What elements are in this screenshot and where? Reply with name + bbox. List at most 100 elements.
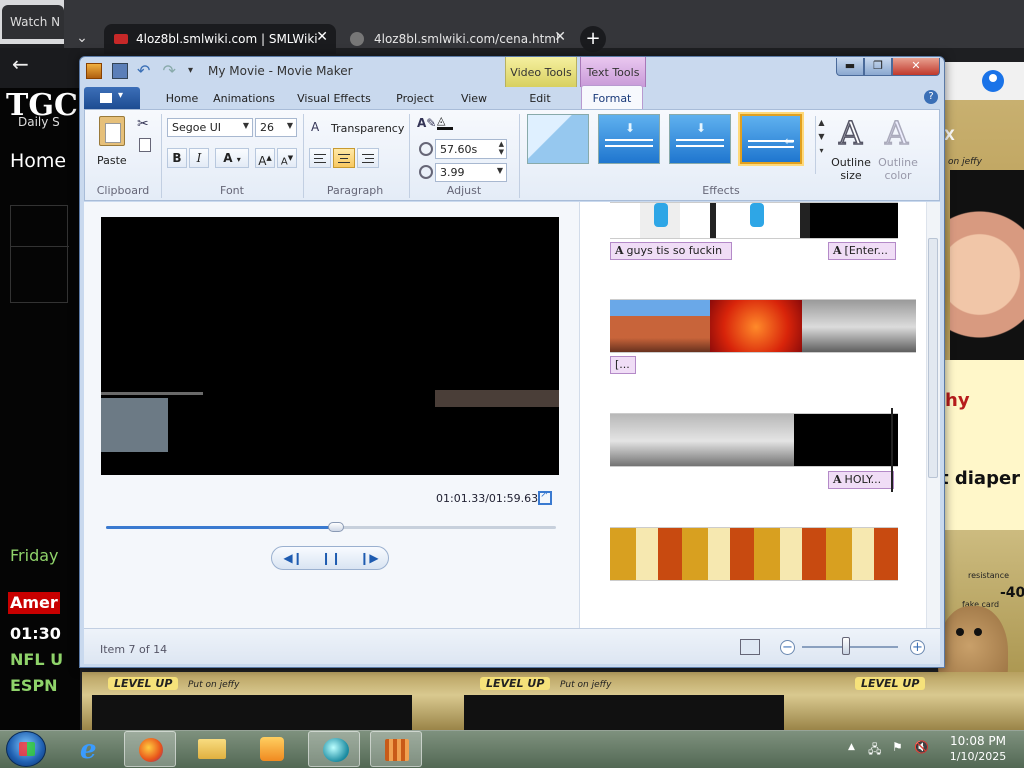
minimize-button[interactable]: ▬ bbox=[836, 58, 864, 76]
previous-frame-button[interactable]: ◀❙ bbox=[278, 550, 308, 566]
clip-thumbnail-shark[interactable] bbox=[802, 300, 916, 352]
zoom-slider-thumb[interactable] bbox=[842, 637, 850, 655]
clip-thumbnail-flower[interactable] bbox=[710, 300, 802, 352]
taskbar-internet-explorer[interactable]: e bbox=[72, 731, 124, 767]
text-duration-select[interactable]: 3.99 ▼ bbox=[435, 163, 507, 182]
start-button[interactable] bbox=[6, 731, 46, 767]
app-icon[interactable] bbox=[86, 63, 102, 79]
caption-clip[interactable]: A [Enter... bbox=[828, 242, 896, 260]
grow-font-button[interactable]: A▲ bbox=[255, 148, 275, 168]
align-center-button[interactable] bbox=[333, 148, 355, 168]
tab-project[interactable]: Project bbox=[390, 87, 440, 109]
clip-thumbnail-black[interactable] bbox=[794, 414, 898, 466]
network-icon[interactable]: 🖧 bbox=[868, 740, 882, 756]
redo-icon[interactable]: ↷ bbox=[163, 63, 179, 79]
storyboard-clip-row[interactable] bbox=[610, 202, 898, 239]
clip-thumbnail-hands[interactable] bbox=[610, 528, 898, 580]
playhead-marker[interactable] bbox=[891, 408, 893, 492]
video-preview[interactable] bbox=[101, 217, 559, 475]
taskbar-firefox[interactable] bbox=[124, 731, 176, 767]
action-center-flag-icon[interactable]: ⚑ bbox=[892, 740, 906, 754]
effect-thumbnail-fly-in[interactable]: ⬇ bbox=[669, 114, 731, 164]
transparency-icon[interactable]: A bbox=[311, 120, 319, 134]
italic-button[interactable]: I bbox=[189, 148, 209, 168]
paste-button-label[interactable]: Paste bbox=[97, 154, 127, 167]
font-family-select[interactable]: Segoe UI ▼ bbox=[167, 118, 253, 137]
copy-icon[interactable] bbox=[139, 138, 151, 152]
next-frame-button[interactable]: ❙▶ bbox=[354, 550, 384, 566]
tab-view[interactable]: View bbox=[454, 87, 494, 109]
tab-visual-effects[interactable]: Visual Effects bbox=[296, 87, 372, 109]
help-icon[interactable]: ? bbox=[924, 90, 938, 104]
background-color-icon[interactable]: ◬ bbox=[437, 114, 453, 130]
zoom-slider[interactable] bbox=[802, 646, 898, 648]
effect-thumbnail-scroll[interactable]: ⬇ bbox=[598, 114, 660, 164]
profile-icon[interactable] bbox=[982, 70, 1004, 92]
font-size-select[interactable]: 26 ▼ bbox=[255, 118, 297, 137]
taskbar-movie-maker[interactable] bbox=[370, 731, 422, 767]
fullscreen-icon[interactable] bbox=[538, 489, 552, 505]
align-right-button[interactable] bbox=[357, 148, 379, 168]
shrink-font-button[interactable]: A▼ bbox=[277, 148, 297, 168]
clip-thumbnail-desert[interactable] bbox=[610, 300, 710, 352]
tab-home[interactable]: Home bbox=[154, 87, 210, 109]
effects-gallery-scroll[interactable]: ▲ ▼ ▾ bbox=[815, 116, 827, 174]
caption-clip[interactable]: [... bbox=[610, 356, 636, 374]
volume-muted-icon[interactable]: 🔇 bbox=[914, 740, 929, 754]
start-time-input[interactable]: 57.60s ▲ ▼ bbox=[435, 139, 507, 159]
storyboard-clip-row[interactable] bbox=[610, 527, 898, 581]
text-color-icon[interactable]: A✎ bbox=[417, 116, 436, 130]
font-color-button[interactable]: A ▾ bbox=[215, 148, 249, 168]
file-menu-button[interactable] bbox=[84, 87, 140, 109]
taskbar-media-center[interactable] bbox=[246, 731, 298, 767]
seek-bar-thumb[interactable] bbox=[327, 522, 344, 532]
effect-thumbnail-selected[interactable]: ⇦ bbox=[740, 114, 802, 164]
pause-button[interactable]: ❙❙ bbox=[316, 550, 346, 566]
bold-button[interactable]: B bbox=[167, 148, 187, 168]
undo-icon[interactable]: ↶ bbox=[137, 63, 153, 79]
schedule-nfl[interactable]: NFL U bbox=[10, 650, 63, 669]
schedule-espn[interactable]: ESPN bbox=[10, 676, 58, 695]
outline-size-button[interactable]: Outline size bbox=[829, 156, 873, 182]
storyboard-scrollbar-thumb[interactable] bbox=[928, 238, 938, 478]
clip-thumbnail[interactable] bbox=[810, 203, 898, 238]
transparency-button[interactable]: Transparency bbox=[331, 122, 404, 135]
taskbar-clock-time[interactable]: 10:08 PM bbox=[946, 734, 1010, 748]
nav-home-link[interactable]: Home bbox=[10, 150, 66, 172]
customize-toolbar-icon[interactable]: ▾ bbox=[188, 63, 198, 79]
taskbar-clock-date[interactable]: 1/10/2025 bbox=[946, 750, 1010, 763]
left-tab[interactable]: Watch N bbox=[2, 5, 64, 39]
save-icon[interactable] bbox=[111, 63, 128, 79]
tab-format[interactable]: Format bbox=[581, 85, 643, 109]
outline-color-button[interactable]: Outline color bbox=[875, 156, 921, 182]
tab-edit[interactable]: Edit bbox=[520, 87, 560, 109]
storyboard-clip-row[interactable] bbox=[610, 413, 898, 467]
taskbar-file-explorer[interactable] bbox=[186, 731, 238, 767]
show-hidden-icons-icon[interactable]: ▲ bbox=[848, 742, 855, 752]
zoom-out-button[interactable]: − bbox=[780, 640, 795, 655]
outline-size-icon[interactable]: A bbox=[838, 113, 863, 153]
tab-animations[interactable]: Animations bbox=[212, 87, 276, 109]
clip-thumbnail-shark[interactable] bbox=[610, 414, 794, 466]
caption-clip-selected[interactable]: A HOLY... bbox=[828, 471, 894, 489]
paste-icon[interactable] bbox=[99, 116, 125, 146]
storyboard-clip-row[interactable] bbox=[610, 299, 916, 353]
close-button[interactable]: ✕ bbox=[892, 58, 940, 76]
tab-close-icon[interactable]: ✕ bbox=[316, 29, 328, 45]
browser-tab-smlwiki[interactable]: 4loz8bl.smlwiki.com | SMLWiki ✕ bbox=[104, 24, 336, 54]
effect-thumbnail-cinematic[interactable] bbox=[527, 114, 589, 164]
taskbar-windows-media-player[interactable] bbox=[308, 731, 360, 767]
spinner-icon[interactable]: ▲ ▼ bbox=[499, 140, 504, 156]
align-left-button[interactable] bbox=[309, 148, 331, 168]
new-tab-button[interactable]: + bbox=[580, 26, 606, 52]
browser-tab-cena[interactable]: 4loz8bl.smlwiki.com/cena.html ✕ bbox=[344, 24, 574, 54]
caption-clip[interactable]: Aguys tis so fuckin bbox=[610, 242, 732, 260]
outline-color-icon[interactable]: A bbox=[884, 113, 909, 153]
tab-close-icon[interactable]: ✕ bbox=[554, 29, 566, 45]
maximize-button[interactable]: ❐ bbox=[864, 58, 892, 76]
thumbnail-size-icon[interactable] bbox=[740, 639, 760, 655]
zoom-in-button[interactable]: + bbox=[910, 640, 925, 655]
cut-icon[interactable]: ✂ bbox=[137, 116, 149, 132]
tab-search-chevron-icon[interactable]: ⌄ bbox=[70, 26, 94, 50]
back-arrow-icon[interactable]: ← bbox=[12, 52, 29, 76]
